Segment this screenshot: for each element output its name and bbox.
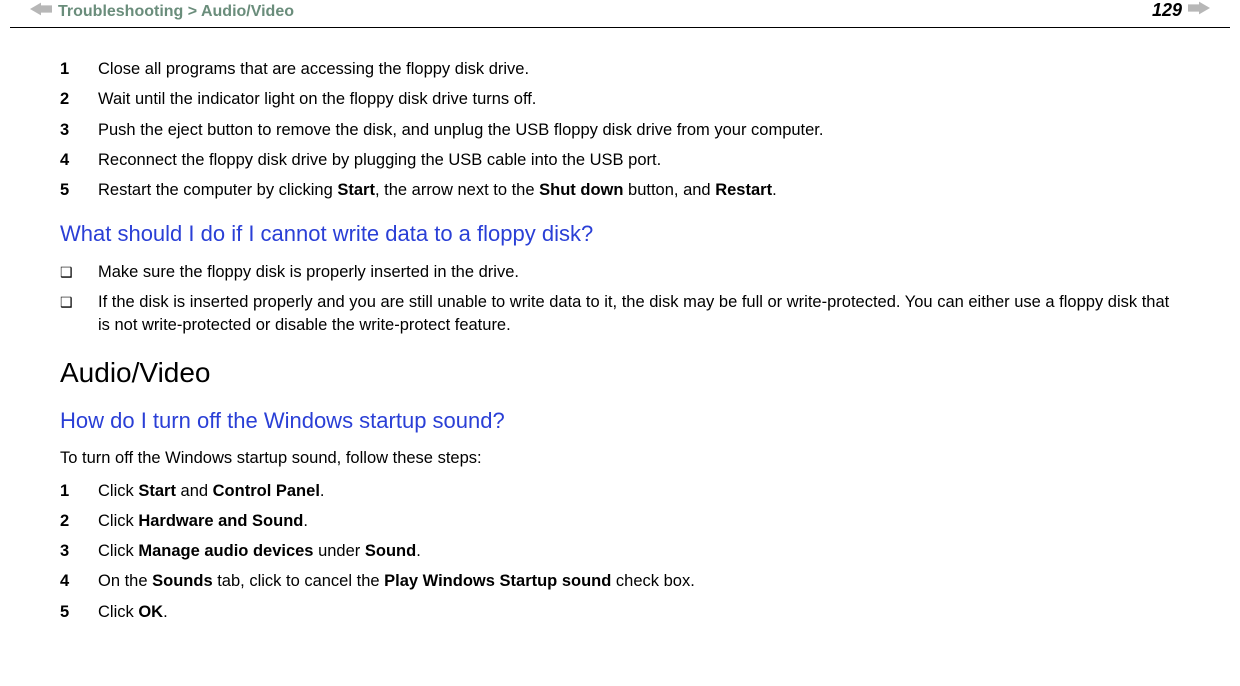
step-number: 2 (60, 88, 98, 110)
page-number: 129 (1152, 0, 1182, 21)
page-content: 1Close all programs that are accessing t… (0, 28, 1240, 623)
section-title-audio-video: Audio/Video (60, 354, 1180, 392)
step-text: Click OK. (98, 601, 1180, 623)
step-number: 4 (60, 570, 98, 592)
list-item: 3Click Manage audio devices under Sound. (60, 540, 1180, 562)
step-number: 5 (60, 601, 98, 623)
page-header: Troubleshooting > Audio/Video 129 (10, 0, 1230, 28)
question-heading-startup-sound: How do I turn off the Windows startup so… (60, 406, 1180, 436)
bullet-list-floppy-write: ❑Make sure the floppy disk is properly i… (60, 261, 1180, 336)
step-text: Push the eject button to remove the disk… (98, 119, 1180, 141)
step-text: On the Sounds tab, click to cancel the P… (98, 570, 1180, 592)
list-item: 4Reconnect the floppy disk drive by plug… (60, 149, 1180, 171)
step-number: 5 (60, 179, 98, 201)
step-number: 3 (60, 119, 98, 141)
step-number: 2 (60, 510, 98, 532)
numbered-steps-floppy-remove: 1Close all programs that are accessing t… (60, 58, 1180, 201)
list-item: ❑If the disk is inserted properly and yo… (60, 291, 1180, 336)
numbered-steps-startup-sound: 1Click Start and Control Panel.2Click Ha… (60, 480, 1180, 623)
step-text: Click Start and Control Panel. (98, 480, 1180, 502)
step-number: 3 (60, 540, 98, 562)
bullet-text: Make sure the floppy disk is properly in… (98, 261, 1180, 283)
list-item: 1Close all programs that are accessing t… (60, 58, 1180, 80)
list-item: 1Click Start and Control Panel. (60, 480, 1180, 502)
question-heading-floppy-write: What should I do if I cannot write data … (60, 219, 1180, 249)
bullet-icon: ❑ (60, 291, 98, 336)
step-number: 1 (60, 480, 98, 502)
bullet-icon: ❑ (60, 261, 98, 283)
step-text: Restart the computer by clicking Start, … (98, 179, 1180, 201)
list-item: 4On the Sounds tab, click to cancel the … (60, 570, 1180, 592)
list-item: 5Restart the computer by clicking Start,… (60, 179, 1180, 201)
list-item: 2Wait until the indicator light on the f… (60, 88, 1180, 110)
step-text: Wait until the indicator light on the fl… (98, 88, 1180, 110)
list-item: 3Push the eject button to remove the dis… (60, 119, 1180, 141)
intro-text-startup-sound: To turn off the Windows startup sound, f… (60, 447, 1180, 469)
step-number: 1 (60, 58, 98, 80)
list-item: 2Click Hardware and Sound. (60, 510, 1180, 532)
list-item: ❑Make sure the floppy disk is properly i… (60, 261, 1180, 283)
breadcrumb: Troubleshooting > Audio/Video (58, 3, 294, 21)
next-arrow-icon (1188, 2, 1210, 19)
prev-arrow-icon (30, 2, 52, 21)
step-text: Reconnect the floppy disk drive by plugg… (98, 149, 1180, 171)
next-page-link[interactable] (1188, 1, 1210, 20)
step-text: Close all programs that are accessing th… (98, 58, 1180, 80)
step-text: Click Hardware and Sound. (98, 510, 1180, 532)
step-text: Click Manage audio devices under Sound. (98, 540, 1180, 562)
list-item: 5Click OK. (60, 601, 1180, 623)
prev-page-link[interactable]: Troubleshooting > Audio/Video (30, 2, 294, 21)
step-number: 4 (60, 149, 98, 171)
bullet-text: If the disk is inserted properly and you… (98, 291, 1180, 336)
